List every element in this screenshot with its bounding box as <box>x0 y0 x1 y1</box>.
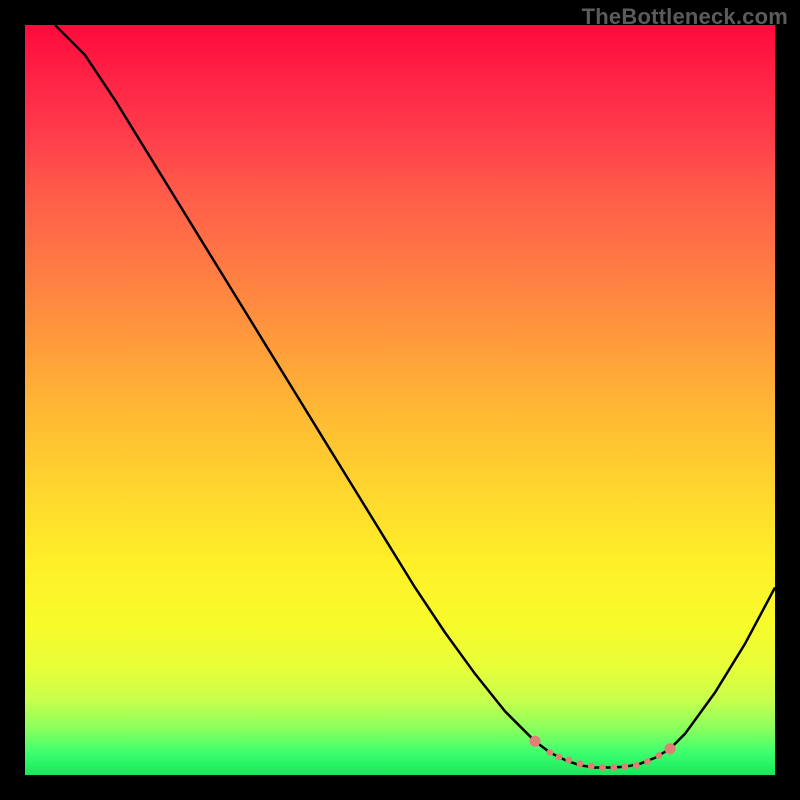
gradient-background <box>25 25 775 775</box>
watermark-text: TheBottleneck.com <box>582 4 788 30</box>
plot-area <box>25 25 775 775</box>
chart-container: TheBottleneck.com <box>0 0 800 800</box>
